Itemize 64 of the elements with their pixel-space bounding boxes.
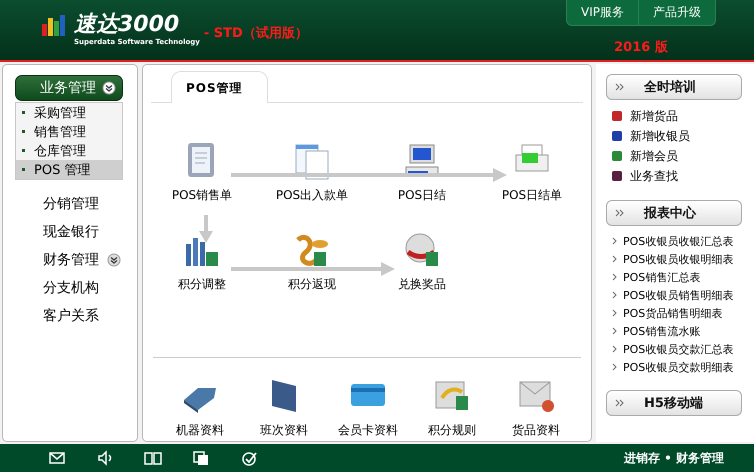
submenu-item[interactable]: 仓库管理 — [16, 141, 122, 160]
chevron-right-icon — [612, 291, 617, 299]
flow-node-label[interactable]: POS日结 — [398, 187, 446, 204]
report-link[interactable]: POS货品销售明细表 — [623, 306, 722, 320]
section-header-button[interactable]: 报表中心 — [606, 200, 742, 226]
chevron-right-icon — [612, 363, 617, 371]
submenu-item[interactable]: 采购管理 — [16, 103, 122, 122]
bullet-icon — [22, 168, 25, 171]
report-link[interactable]: POS收银员交款明细表 — [623, 360, 734, 374]
report-link[interactable]: POS收银员交款汇总表 — [623, 342, 734, 356]
report-link[interactable]: POS销售流水账 — [623, 324, 700, 338]
report-link[interactable]: POS收银员收银明细表 — [623, 252, 734, 266]
menu-item[interactable]: 客户关系 — [43, 307, 99, 325]
training-link[interactable]: 业务查找 — [630, 168, 678, 184]
report-link[interactable]: POS收银员销售明细表 — [623, 288, 734, 302]
chevron-down-icon — [107, 253, 121, 267]
chevron-down-icon — [102, 81, 116, 95]
flow-node-label[interactable]: POS出入款单 — [276, 187, 348, 204]
chevron-right-icon — [612, 345, 617, 353]
training-link[interactable]: 新增货品 — [630, 108, 678, 124]
bullet-icon — [22, 111, 25, 114]
section-header-button[interactable]: 全时培训 — [606, 74, 742, 100]
tool-label[interactable]: 货品资料 — [512, 422, 560, 439]
footer-text: 进销存 • 财务管理 — [624, 450, 724, 466]
header-button[interactable]: VIP服务 — [567, 0, 638, 25]
tab[interactable]: POS管理 — [171, 71, 268, 103]
bullet-icon — [22, 149, 25, 152]
chevron-right-icon — [612, 309, 617, 317]
report-link[interactable]: POS收银员收银汇总表 — [623, 234, 734, 248]
submenu-item[interactable]: POS 管理 — [16, 160, 122, 179]
section-header-button[interactable]: H5移动端 — [606, 390, 742, 416]
tool-label[interactable]: 班次资料 — [260, 422, 308, 439]
logo-title: 速达3000 — [74, 12, 180, 38]
chevron-right-icon — [612, 255, 617, 263]
chevron-right-icon — [612, 327, 617, 335]
flow-node-label[interactable]: POS日结单 — [502, 187, 562, 204]
bullet-icon — [22, 130, 25, 133]
double-chevron-icon — [615, 83, 624, 91]
menu-item[interactable]: 财务管理 — [43, 251, 99, 269]
copy-icon[interactable] — [192, 449, 210, 467]
edition-label: - STD（试用版） — [204, 25, 308, 42]
flow-node-label[interactable]: 兑换奖品 — [398, 276, 446, 293]
flow-arrow — [199, 215, 213, 243]
training-link[interactable]: 新增收银员 — [630, 128, 690, 144]
version-label: 2016 版 — [614, 39, 668, 56]
speaker-icon[interactable] — [96, 449, 114, 467]
double-chevron-icon — [615, 209, 624, 217]
chevron-right-icon — [612, 237, 617, 245]
tool-label[interactable]: 积分规则 — [428, 422, 476, 439]
header-button[interactable]: 产品升级 — [638, 0, 715, 25]
double-chevron-icon — [615, 399, 624, 407]
flow-node-label[interactable]: POS销售单 — [172, 187, 232, 204]
flow-node-label[interactable]: 积分返现 — [288, 276, 336, 293]
menu-item[interactable]: 分支机构 — [43, 279, 99, 297]
tool-label[interactable]: 机器资料 — [176, 422, 224, 439]
menu-item[interactable]: 现金银行 — [43, 223, 99, 241]
menu-item[interactable]: 分销管理 — [43, 195, 99, 213]
training-link[interactable]: 新增会员 — [630, 148, 678, 164]
submenu-item[interactable]: 销售管理 — [16, 122, 122, 141]
flow-node-label[interactable]: 积分调整 — [178, 276, 226, 293]
report-link[interactable]: POS销售汇总表 — [623, 270, 700, 284]
menu-group-button[interactable]: 业务管理 — [15, 75, 123, 101]
chevron-right-icon — [612, 273, 617, 281]
tool-label[interactable]: 会员卡资料 — [338, 422, 398, 439]
